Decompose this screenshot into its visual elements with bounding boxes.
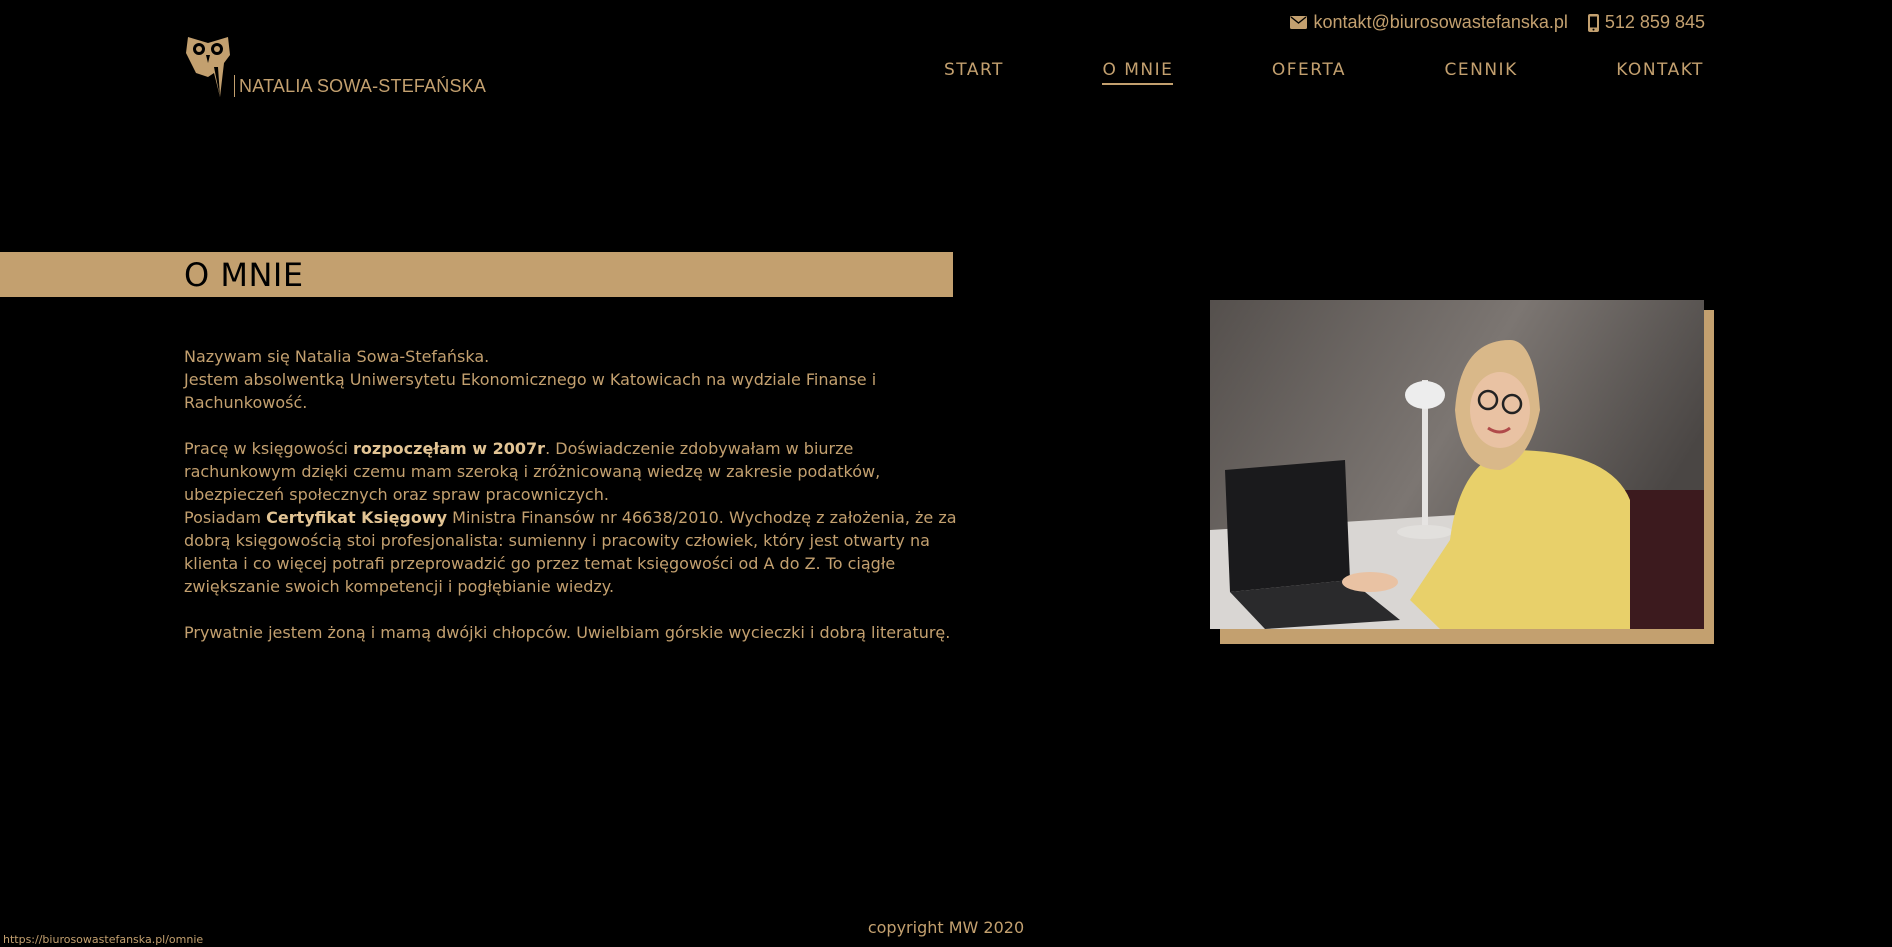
about-text: Nazywam się Natalia Sowa-Stefańska. Jest… xyxy=(184,345,964,667)
nav-cennik[interactable]: CENNIK xyxy=(1445,60,1518,85)
nav-o-mnie[interactable]: O MNIE xyxy=(1102,60,1174,85)
title-banner: O MNIE xyxy=(0,252,953,297)
experience-text-a: Pracę w księgowości xyxy=(184,439,354,458)
footer-copyright: copyright MW 2020 xyxy=(867,918,1025,937)
certificate-text-d: Posiadam xyxy=(184,508,267,527)
mobile-phone-icon xyxy=(1587,13,1599,32)
nav-kontakt[interactable]: KONTAKT xyxy=(1616,60,1704,85)
owl-icon xyxy=(184,33,232,105)
certificate-name: Certyfikat Księgowy xyxy=(266,508,448,527)
phone-link[interactable]: 512 859 845 xyxy=(1587,12,1705,33)
portrait-photo-frame xyxy=(1210,300,1715,645)
email-link[interactable]: kontakt@biurosowastefanska.pl xyxy=(1290,12,1568,33)
email-text[interactable]: kontakt@biurosowastefanska.pl xyxy=(1313,12,1567,33)
page-title: O MNIE xyxy=(184,256,304,294)
envelope-icon xyxy=(1290,16,1308,29)
intro-line-2: Jestem absolwentką Uniwersytetu Ekonomic… xyxy=(184,370,877,412)
private-paragraph: Prywatnie jestem żoną i mamą dwójki chło… xyxy=(184,623,951,642)
site-logo[interactable]: NATALIA SOWA-STEFAŃSKA xyxy=(184,33,486,105)
experience-start-year: rozpoczęłam w 2007r xyxy=(353,439,546,458)
nav-oferta[interactable]: OFERTA xyxy=(1272,60,1346,85)
intro-line-1: Nazywam się Natalia Sowa-Stefańska. xyxy=(184,347,490,366)
intro-paragraph: Nazywam się Natalia Sowa-Stefańska. Jest… xyxy=(184,345,964,414)
contact-bar: kontakt@biurosowastefanska.pl 512 859 84… xyxy=(1290,12,1705,33)
portrait-photo xyxy=(1210,300,1704,629)
logo-text: NATALIA SOWA-STEFAŃSKA xyxy=(234,75,486,97)
experience-paragraph: Pracę w księgowości rozpoczęłam w 2007r.… xyxy=(184,437,964,598)
nav-start[interactable]: START xyxy=(944,60,1004,85)
status-url: https://biurosowastefanska.pl/omnie xyxy=(0,932,207,947)
phone-text[interactable]: 512 859 845 xyxy=(1605,12,1705,33)
main-nav: START O MNIE OFERTA CENNIK KONTAKT xyxy=(944,60,1704,85)
